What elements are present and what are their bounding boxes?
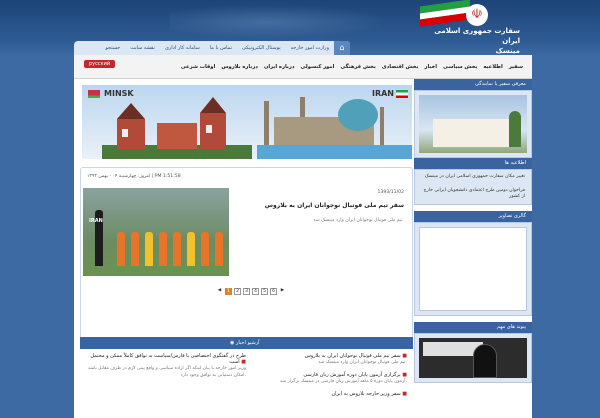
news-image[interactable]: IRAN (83, 188, 229, 276)
archive-item-4-sub: وزیر امور خارجه با بیان اینکه اگر اراده … (87, 366, 246, 378)
news-summary: تیم ملی فوتبال نوجوانان ایران وارد مینسک… (313, 218, 404, 223)
archive-list: سفر تیم ملی فوتبال نوجوانان ایران به بلا… (80, 349, 413, 418)
archive-item-1-sub: تیم ملی فوتبال نوجوانان ایران وارد مینسک… (318, 360, 407, 365)
list-item[interactable]: طرح در گفتگوی اختصاصی با فارس/سیاست به ت… (86, 353, 246, 379)
notices-header[interactable]: اطلاعیه ها (414, 158, 532, 169)
links-header[interactable]: پیوند های مهم (414, 322, 532, 333)
archive-left-column: طرح در گفتگوی اختصاصی با فارس/سیاست به ت… (86, 353, 246, 385)
archive-item-4-title: طرح در گفتگوی اختصاصی با فارس/سیاست به ت… (90, 353, 246, 365)
language-button[interactable]: русский (84, 60, 116, 68)
embassy-building-image[interactable] (419, 95, 527, 153)
top-nav-email[interactable]: پوستال الکترونیکی (237, 45, 286, 51)
belarus-flag-icon (88, 90, 100, 98)
main-nav: سفیر اطلاعیه بخش سیاسی اخبار بخش اقتصادی… (74, 55, 532, 79)
imam-mosque-image (264, 97, 384, 151)
pager-page-3[interactable]: 3 (243, 288, 250, 295)
top-nav: ⌂ وزارت امور خارجه پوستال الکترونیکی تما… (74, 41, 350, 55)
banner-slider: MINSK IRAN (82, 85, 412, 159)
archive-item-2-sub: آزمون پایان دوره ۵ ماهه آموزش زبان فارسی… (279, 379, 407, 384)
notices-box: تغییر مکان سفارت جمهوری اسلامی ایران در … (414, 169, 532, 205)
site-title-line1: سفارت جمهوری اسلامی ایران (434, 27, 520, 45)
ambassador-header[interactable]: معرفی سفیر یا نمایندگی (414, 79, 532, 90)
gallery-header[interactable]: گالری تصاویر (414, 211, 532, 222)
news-image-badge: IRAN (89, 218, 103, 224)
main-nav-economic[interactable]: بخش اقتصادی (379, 64, 422, 70)
leader-portrait-image[interactable] (419, 338, 527, 378)
archive-item-3-title: سفر وزیر خارجه بلاروس به ایران (331, 391, 401, 397)
current-date: امروز: چهارشنبه ۰۴ - بهمن ۱۳۹۳ | PM 1:51… (87, 174, 181, 179)
archive-header[interactable]: ◉ آرشیو اخبار (80, 337, 413, 349)
iran-emblem-icon: ☫ (466, 4, 488, 26)
notice-text[interactable]: تغییر مکان سفارت جمهوری اسلامی ایران در … (415, 170, 531, 184)
news-title[interactable]: سفر تیم ملی فوتبال نوجوانان ایران به بلا… (224, 202, 404, 209)
list-item[interactable]: سفر تیم ملی فوتبال نوجوانان ایران به بلا… (247, 353, 407, 366)
pager-page-5[interactable]: 5 (261, 288, 268, 295)
featured-news: امروز: چهارشنبه ۰۴ - بهمن ۱۳۹۳ | PM 1:51… (80, 167, 413, 357)
gallery-viewer[interactable] (419, 227, 527, 311)
top-nav-sitemap[interactable]: نقشه سایت (125, 45, 160, 51)
archive-item-1-title: سفر تیم ملی فوتبال نوجوانان ایران به بلا… (304, 353, 401, 359)
top-nav-search[interactable]: جستجو (100, 45, 125, 51)
main-nav-political[interactable]: بخش سیاسی (440, 64, 480, 70)
site-title[interactable]: سفارت جمهوری اسلامی ایران مینسک (430, 26, 520, 56)
main-nav-about-iran[interactable]: درباره ایران (261, 64, 298, 70)
links-box (414, 333, 532, 383)
top-nav-mfa[interactable]: وزارت امور خارجه (286, 45, 334, 51)
list-item[interactable]: برگزاری آزمون پایان دوره آموزش زبان فارس… (247, 372, 407, 385)
news-pager: ◀ 1 2 3 4 5 6 ▶ (216, 288, 286, 295)
main-nav-notices[interactable]: اطلاعیه (480, 64, 505, 70)
ambassador-box (414, 90, 532, 158)
news-date: 1393/11/02 (377, 190, 404, 195)
mir-castle-image (102, 97, 252, 159)
top-nav-office[interactable]: سامانه کار اداری (160, 45, 205, 51)
archive-right-column: سفر تیم ملی فوتبال نوجوانان ایران به بلا… (247, 353, 407, 403)
main-nav-ambassador[interactable]: سفیر (506, 64, 526, 70)
main-nav-news[interactable]: اخبار (421, 64, 440, 70)
notice-links[interactable]: فراخوان دومین طرح اعتمادی دانشجویان ایرا… (415, 184, 531, 204)
home-icon[interactable]: ⌂ (334, 41, 350, 55)
pager-page-4[interactable]: 4 (252, 288, 259, 295)
pager-page-1[interactable]: 1 (225, 288, 232, 295)
archive-header-label: آرشیو اخبار (235, 340, 260, 346)
main-nav-prayer-times[interactable]: اوقات شرعی (178, 64, 219, 70)
top-nav-contact[interactable]: تماس با ما (205, 45, 237, 51)
list-item[interactable]: سفر وزیر خارجه بلاروس به ایران ■ (247, 391, 407, 397)
pager-next-icon[interactable]: ▶ (279, 288, 286, 295)
reflecting-pool (257, 145, 412, 159)
main-nav-consular[interactable]: امور کنسولی (298, 64, 338, 70)
pager-prev-icon[interactable]: ◀ (216, 288, 223, 295)
world-map-background (170, 2, 410, 42)
pager-page-6[interactable]: 6 (270, 288, 277, 295)
archive-item-2-title: برگزاری آزمون پایان دوره آموزش زبان فارس… (303, 372, 401, 378)
main-nav-about-belarus[interactable]: درباره بلاروس (218, 64, 261, 70)
gallery-box (414, 222, 532, 316)
main-nav-cultural[interactable]: بخش فرهنگی (337, 64, 378, 70)
sidebar: معرفی سفیر یا نمایندگی اطلاعیه ها تغییر … (414, 79, 532, 418)
pager-page-2[interactable]: 2 (234, 288, 241, 295)
